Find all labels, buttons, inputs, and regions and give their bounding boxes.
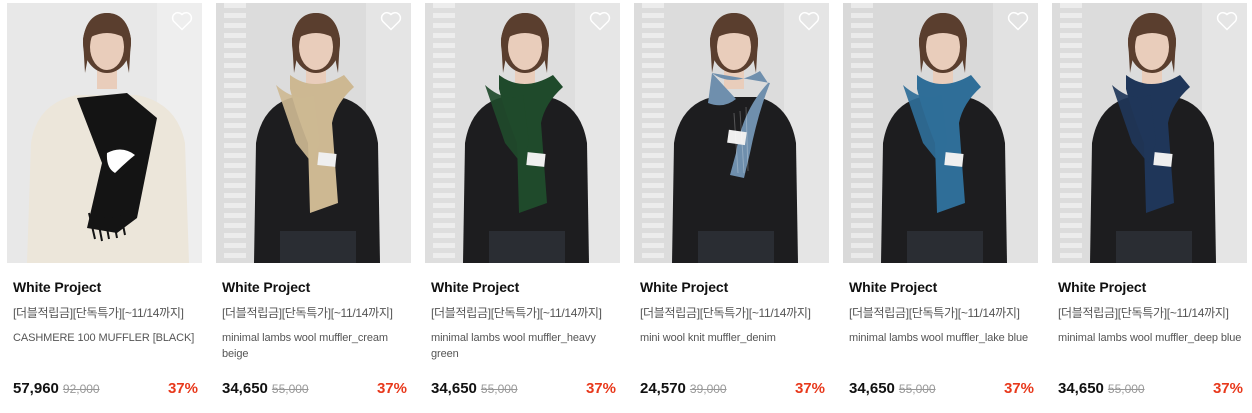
- promo-tags: [더블적립금][단독특가][~11/14까지]: [222, 306, 393, 320]
- price-row: 34,650 55,000 37%: [431, 380, 616, 400]
- brand-name[interactable]: White Project: [849, 279, 937, 295]
- product-image[interactable]: [216, 3, 411, 263]
- product-name[interactable]: minimal lambs wool muffler_lake blue: [849, 330, 1039, 346]
- brand-name[interactable]: White Project: [222, 279, 310, 295]
- original-price: 55,000: [898, 382, 936, 396]
- promo-tags: [더블적립금][단독특가][~11/14까지]: [640, 306, 811, 320]
- product-card[interactable]: White Project [더블적립금][단독특가][~11/14까지] mi…: [425, 3, 620, 408]
- price-row: 24,570 39,000 37%: [640, 380, 825, 400]
- product-name[interactable]: minimal lambs wool muffler_heavy green: [431, 330, 621, 362]
- price-row: 34,650 55,000 37%: [222, 380, 407, 400]
- discount-rate: 37%: [1212, 380, 1243, 397]
- sale-price: 57,960: [13, 380, 59, 397]
- heart-outline-icon[interactable]: [380, 11, 402, 31]
- price-row: 57,960 92,000 37%: [13, 380, 198, 400]
- brand-name[interactable]: White Project: [431, 279, 519, 295]
- product-image[interactable]: [7, 3, 202, 263]
- brand-name[interactable]: White Project: [640, 279, 728, 295]
- product-card[interactable]: White Project [더블적립금][단독특가][~11/14까지] mi…: [216, 3, 411, 408]
- product-card[interactable]: White Project [더블적립금][단독특가][~11/14까지] CA…: [7, 3, 202, 408]
- product-image[interactable]: [843, 3, 1038, 263]
- promo-tags: [더블적립금][단독특가][~11/14까지]: [431, 306, 602, 320]
- sale-price: 34,650: [849, 380, 895, 397]
- product-card[interactable]: White Project [더블적립금][단독특가][~11/14까지] mi…: [843, 3, 1038, 408]
- sale-price: 34,650: [1058, 380, 1104, 397]
- brand-name[interactable]: White Project: [13, 279, 101, 295]
- sale-price: 34,650: [431, 380, 477, 397]
- original-price: 55,000: [1107, 382, 1145, 396]
- product-name[interactable]: CASHMERE 100 MUFFLER [BLACK]: [13, 330, 203, 346]
- sale-price: 34,650: [222, 380, 268, 397]
- promo-tags: [더블적립금][단독특가][~11/14까지]: [13, 306, 184, 320]
- product-name[interactable]: mini wool knit muffler_denim: [640, 330, 830, 346]
- original-price: 39,000: [689, 382, 727, 396]
- discount-rate: 37%: [167, 380, 198, 397]
- original-price: 55,000: [271, 382, 309, 396]
- heart-outline-icon[interactable]: [1007, 11, 1029, 31]
- product-card[interactable]: White Project [더블적립금][단독특가][~11/14까지] mi…: [1052, 3, 1247, 408]
- price-row: 34,650 55,000 37%: [1058, 380, 1243, 400]
- sale-price: 24,570: [640, 380, 686, 397]
- product-image[interactable]: [634, 3, 829, 263]
- heart-outline-icon[interactable]: [171, 11, 193, 31]
- heart-outline-icon[interactable]: [1216, 11, 1238, 31]
- brand-name[interactable]: White Project: [1058, 279, 1146, 295]
- product-grid: White Project [더블적립금][단독특가][~11/14까지] CA…: [0, 0, 1252, 413]
- product-image[interactable]: [1052, 3, 1247, 263]
- original-price: 55,000: [480, 382, 518, 396]
- original-price: 92,000: [62, 382, 100, 396]
- heart-outline-icon[interactable]: [798, 11, 820, 31]
- product-card[interactable]: White Project [더블적립금][단독특가][~11/14까지] mi…: [634, 3, 829, 408]
- product-image[interactable]: [425, 3, 620, 263]
- discount-rate: 37%: [794, 380, 825, 397]
- discount-rate: 37%: [585, 380, 616, 397]
- discount-rate: 37%: [1003, 380, 1034, 397]
- promo-tags: [더블적립금][단독특가][~11/14까지]: [849, 306, 1020, 320]
- discount-rate: 37%: [376, 380, 407, 397]
- heart-outline-icon[interactable]: [589, 11, 611, 31]
- product-name[interactable]: minimal lambs wool muffler_deep blue: [1058, 330, 1248, 346]
- product-name[interactable]: minimal lambs wool muffler_cream beige: [222, 330, 412, 362]
- price-row: 34,650 55,000 37%: [849, 380, 1034, 400]
- promo-tags: [더블적립금][단독특가][~11/14까지]: [1058, 306, 1229, 320]
